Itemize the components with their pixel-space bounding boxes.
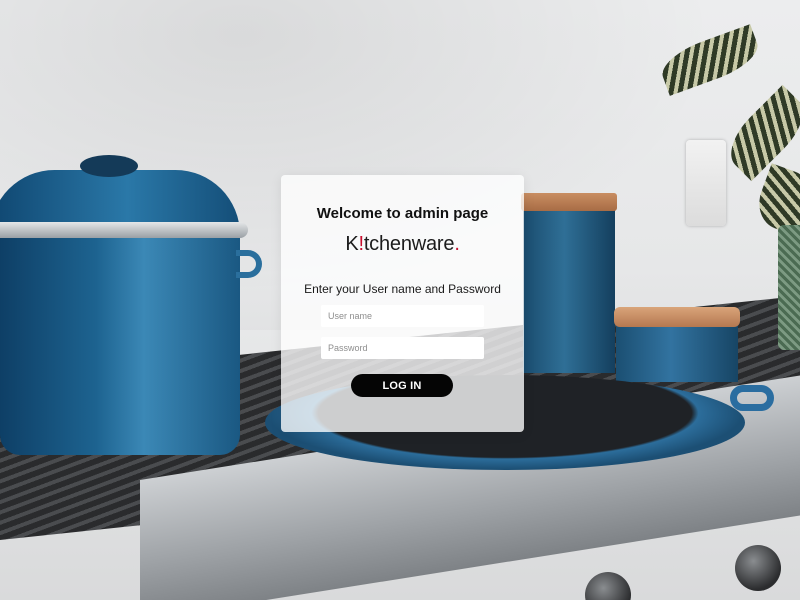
wall-outlet (686, 140, 726, 226)
blue-pot (0, 230, 240, 455)
welcome-title: Welcome to admin page (316, 205, 489, 222)
login-card: Welcome to admin page K!tchenware. Enter… (281, 175, 524, 432)
small-canister (616, 318, 738, 382)
login-instruction: Enter your User name and Password (304, 282, 501, 296)
skillet-handle (730, 385, 774, 411)
pot-lid-knob (80, 155, 138, 177)
username-field[interactable] (321, 305, 484, 327)
brand-letter-k: K (345, 233, 359, 255)
stove-knob (735, 545, 781, 591)
brand-name-rest: tchenware (363, 233, 455, 255)
password-field[interactable] (321, 337, 484, 359)
brand-dot: . (454, 233, 460, 255)
blue-canister (523, 198, 615, 373)
plant-pot (778, 225, 800, 350)
small-canister-lid (614, 307, 740, 327)
pot-rim (0, 222, 248, 238)
brand-logo: K!tchenware. (281, 233, 524, 259)
canister-lid (521, 193, 617, 211)
login-button[interactable]: LOG IN (351, 374, 453, 397)
